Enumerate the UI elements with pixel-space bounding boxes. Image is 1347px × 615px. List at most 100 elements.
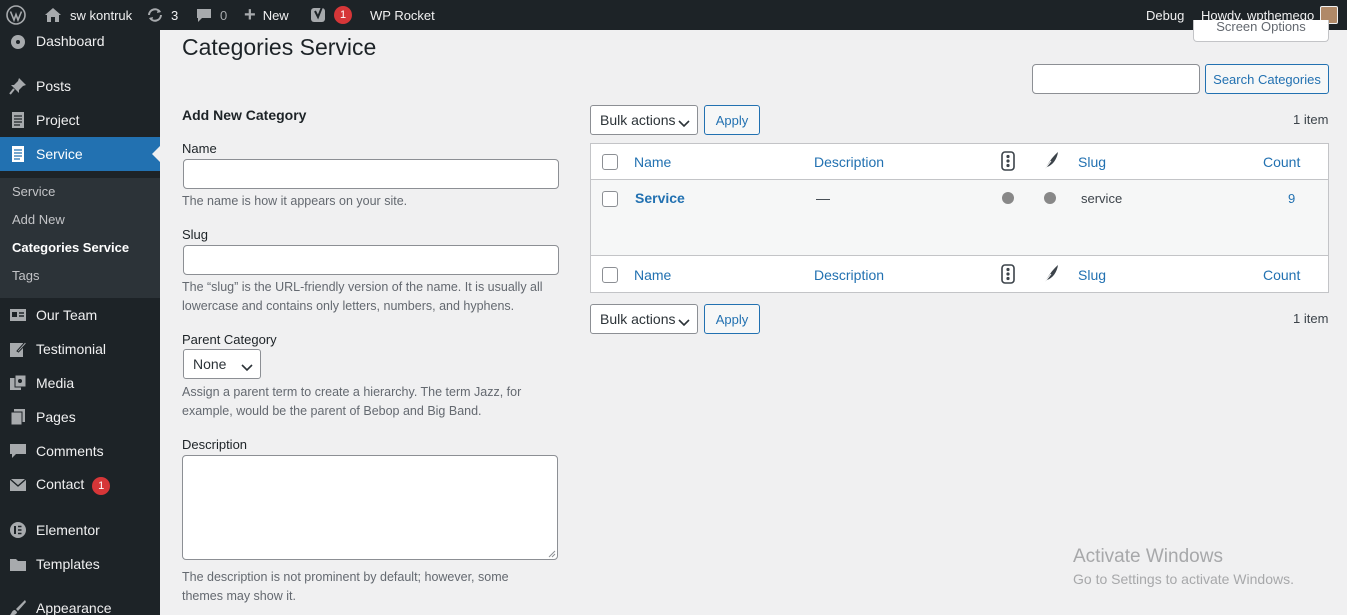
column-count[interactable]: Count [1263, 154, 1300, 170]
menu-label: Appearance [36, 600, 112, 615]
plus-icon: + [244, 3, 256, 26]
bulk-actions-select-bottom[interactable]: Bulk actions [590, 304, 698, 334]
column-name[interactable]: Name [634, 154, 671, 170]
debug-label: Debug [1146, 7, 1185, 23]
admin-sidebar: Dashboard Posts Project Service Service … [0, 30, 160, 615]
menu-label: Pages [36, 409, 76, 425]
menu-media[interactable]: Media [0, 366, 160, 400]
apply-button-top[interactable]: Apply [704, 105, 760, 135]
menu-label: Project [36, 112, 80, 128]
table-footer: Name Description Slug Count [591, 256, 1328, 292]
menu-posts[interactable]: Posts [0, 69, 160, 103]
select-all-checkbox[interactable] [602, 154, 618, 170]
yoast-menu[interactable]: 1 [310, 0, 352, 30]
column-name-footer[interactable]: Name [634, 267, 671, 283]
column-count-footer[interactable]: Count [1263, 267, 1300, 283]
wp-rocket-label: WP Rocket [370, 7, 435, 23]
description-label: Description [182, 437, 248, 452]
resize-handle-icon[interactable] [548, 550, 556, 558]
parent-category-select[interactable]: None [183, 349, 261, 379]
folder-icon [9, 555, 27, 573]
menu-appearance[interactable]: Appearance [0, 591, 160, 615]
row-count-link[interactable]: 9 [1288, 191, 1295, 206]
search-categories-button[interactable]: Search Categories [1205, 64, 1329, 94]
seo-score-dot [1002, 192, 1014, 204]
apply-label: Apply [715, 112, 749, 128]
bulk-actions-label: Bulk actions [600, 112, 676, 128]
chevron-down-icon [678, 314, 690, 330]
name-description: The name is how it appears on your site. [182, 194, 408, 208]
menu-contact[interactable]: Contact 1 [0, 468, 160, 502]
name-field[interactable] [183, 159, 559, 189]
wp-rocket-link[interactable]: WP Rocket [370, 0, 435, 30]
id-card-icon [9, 306, 27, 324]
brush-icon [9, 599, 27, 615]
site-name: sw kontruk [70, 7, 133, 23]
categories-table: Name Description Slug Count Service — se… [590, 143, 1329, 293]
slug-description-line2: lowercase and contains only letters, num… [182, 299, 515, 313]
item-count-top: 1 item [1293, 112, 1329, 127]
column-slug-footer[interactable]: Slug [1078, 267, 1106, 283]
page-title: Categories Service [182, 34, 377, 60]
dashboard-icon [9, 32, 27, 50]
site-name-link[interactable]: sw kontruk [44, 0, 132, 30]
service-submenu: Service Add New Categories Service Tags [0, 178, 160, 298]
row-checkbox[interactable] [602, 191, 618, 207]
slug-label: Slug [182, 227, 209, 242]
slug-description-line1: The “slug” is the URL-friendly version o… [182, 280, 543, 294]
submenu-add-new[interactable]: Add New [12, 212, 65, 227]
comments-count: 0 [220, 7, 228, 23]
home-icon [44, 7, 62, 23]
pin-icon [9, 77, 27, 95]
menu-label: Service [36, 146, 83, 162]
submenu-categories-service[interactable]: Categories Service [12, 240, 129, 255]
new-label: New [262, 7, 289, 23]
page-icon [9, 145, 27, 163]
comments-link[interactable]: 0 [196, 0, 227, 30]
parent-description-line1: Assign a parent term to create a hierarc… [182, 385, 522, 399]
apply-button-bottom[interactable]: Apply [704, 304, 760, 334]
column-description-footer[interactable]: Description [814, 267, 884, 283]
readability-dot [1044, 192, 1056, 204]
readability-icon [1042, 264, 1060, 287]
menu-elementor[interactable]: Elementor [0, 513, 160, 547]
name-label: Name [182, 141, 217, 156]
menu-label: Elementor [36, 522, 100, 538]
updates-link[interactable]: 3 [146, 0, 178, 30]
menu-testimonial[interactable]: Testimonial [0, 332, 160, 366]
column-slug[interactable]: Slug [1078, 154, 1106, 170]
submenu-tags[interactable]: Tags [12, 268, 39, 283]
slug-field[interactable] [183, 245, 559, 275]
bulk-actions-select-top[interactable]: Bulk actions [590, 105, 698, 135]
menu-our-team[interactable]: Our Team [0, 298, 160, 332]
menu-pages[interactable]: Pages [0, 400, 160, 434]
edit-icon [9, 340, 27, 358]
debug-link[interactable]: Debug [1146, 0, 1184, 30]
menu-dashboard[interactable]: Dashboard [0, 30, 160, 58]
wordpress-logo-icon[interactable] [6, 0, 28, 30]
table-header: Name Description Slug Count [591, 144, 1328, 180]
select-all-checkbox-bottom[interactable] [602, 267, 618, 283]
submenu-service[interactable]: Service [12, 184, 55, 199]
menu-comments[interactable]: Comments [0, 434, 160, 468]
seo-score-icon [1001, 264, 1015, 287]
description-help-line2: themes may show it. [182, 589, 296, 603]
search-input[interactable] [1032, 64, 1200, 94]
form-heading: Add New Category [182, 107, 307, 123]
menu-label: Testimonial [36, 341, 107, 357]
description-textarea[interactable] [182, 455, 558, 560]
screen-options-button[interactable]: Screen Options [1193, 20, 1329, 42]
new-content-link[interactable]: + New [244, 0, 289, 30]
updates-icon [146, 6, 164, 24]
menu-service[interactable]: Service [0, 137, 160, 171]
parent-description-line2: example, would be the parent of Bebop an… [182, 404, 482, 418]
main-content: Screen Options Categories Service Search… [160, 20, 1347, 615]
parent-category-label: Parent Category [182, 332, 277, 347]
readability-icon [1042, 151, 1060, 174]
column-description[interactable]: Description [814, 154, 884, 170]
menu-templates[interactable]: Templates [0, 547, 160, 581]
parent-category-value: None [193, 356, 227, 372]
seo-score-icon [1001, 151, 1015, 174]
row-name-link[interactable]: Service [635, 190, 685, 206]
menu-project[interactable]: Project [0, 103, 160, 137]
